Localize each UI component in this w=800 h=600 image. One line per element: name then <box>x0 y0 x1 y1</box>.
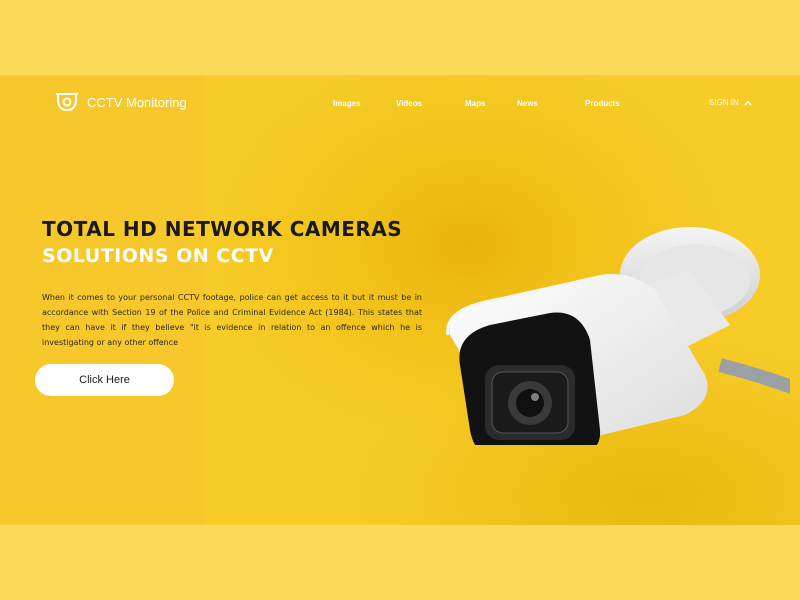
click-here-button[interactable]: Click Here <box>35 364 174 396</box>
hero-description: When it comes to your personal CCTV foot… <box>42 293 422 347</box>
chevron-up-icon <box>744 99 752 105</box>
nav-item-products[interactable]: Products <box>585 99 620 108</box>
cctv-camera-icon <box>56 93 78 112</box>
sign-in-button[interactable]: SIGN IN <box>709 98 752 107</box>
nav-item-images[interactable]: Images <box>333 99 361 108</box>
cctv-camera-image <box>446 227 790 445</box>
brand-name: CCTV Monitoring <box>87 94 187 110</box>
nav-item-maps[interactable]: Maps <box>465 99 485 108</box>
hero-section: CCTV Monitoring Images Videos Maps News … <box>0 75 800 525</box>
hero-subtitle: SOLUTIONS ON CCTV <box>42 245 274 267</box>
nav-item-videos[interactable]: Videos <box>396 99 422 108</box>
brand-logo[interactable]: CCTV Monitoring <box>55 91 187 113</box>
sign-in-label: SIGN IN <box>709 98 739 107</box>
nav-item-news[interactable]: News <box>517 99 538 108</box>
cable <box>718 358 790 394</box>
hero-title: TOTAL HD NETWORK CAMERAS <box>42 217 403 241</box>
